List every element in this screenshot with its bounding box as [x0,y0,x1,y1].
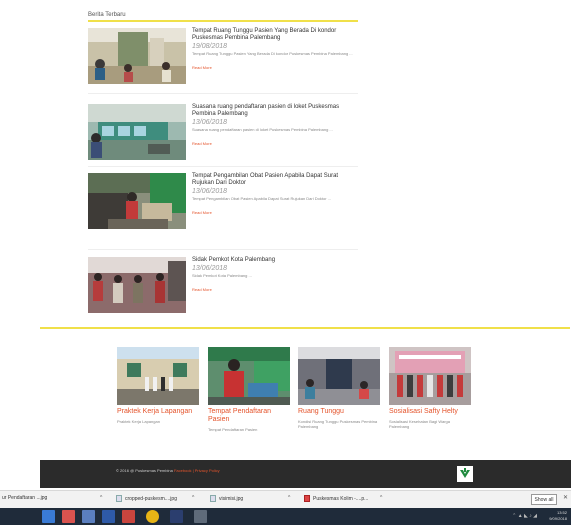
news-excerpt: Suasana ruang pendaftaran pasien di loke… [192,127,333,132]
read-more-link[interactable]: Read More [192,65,212,70]
gallery-image[interactable] [298,347,380,405]
start-windows-icon[interactable] [42,510,55,523]
download-item[interactable]: cropped-puskesm....jpg [116,495,177,502]
read-more-link[interactable]: Read More [192,141,212,146]
gallery-desc: Kondisi Ruang Tunggu Puskesmas Pembina P… [298,419,378,429]
gallery-card[interactable]: Sosialisasi Safty Helty Sosialisasi Kese… [389,347,471,429]
photoshop-icon[interactable] [170,510,183,523]
download-item[interactable]: ur Pendaftaran ...jpg [2,495,47,501]
word-icon[interactable] [102,510,115,523]
footer-links[interactable]: Facebook | Privacy Policy [174,468,220,473]
download-filename: cropped-puskesm....jpg [125,495,177,502]
news-item[interactable]: Suasana ruang pendaftaran pasien di loke… [88,104,358,164]
bakti-husada-logo-icon [457,466,473,482]
news-date: 13/06/2018 [192,119,228,126]
news-separator [88,249,358,250]
news-title[interactable]: Sidak Pemkot Kota Palembang [192,257,358,264]
chrome-icon[interactable] [146,510,159,523]
download-item[interactable]: visimisi.jpg [210,495,243,502]
news-thumbnail[interactable] [88,104,186,160]
gallery-card[interactable]: Tempat Pendaftaran Pasien Tempat Pendaft… [208,347,290,432]
news-date: 13/06/2018 [192,265,228,272]
pdf-file-icon [304,495,310,502]
file-icon [210,495,216,502]
news-info: Tempat Ruang Tunggu Pasien Yang Berada D… [192,28,358,74]
app-icon[interactable] [194,510,207,523]
gallery-card[interactable]: Ruang Tunggu Kondisi Ruang Tunggu Puskes… [298,347,380,429]
gallery-title[interactable]: Praktek Kerja Lapangan [117,408,199,416]
news-title[interactable]: Tempat Ruang Tunggu Pasien Yang Berada D… [192,28,358,42]
close-icon[interactable]: ✕ [563,494,568,501]
gallery-title[interactable]: Sosialisasi Safty Helty [389,408,471,416]
news-info: Suasana ruang pendaftaran pasien di loke… [192,104,358,150]
chevron-up-icon[interactable]: ^ [192,495,194,501]
news-info: Sidak Pemkot Kota Palembang 13/06/2018 S… [192,257,358,296]
news-item[interactable]: Sidak Pemkot Kota Palembang 13/06/2018 S… [88,257,358,317]
read-more-link[interactable]: Read More [192,287,212,292]
gallery-desc: Tempat Pendaftaran Pasien [208,427,258,432]
file-explorer-icon[interactable] [82,510,95,523]
news-excerpt: Tempat Ruang Tunggu Pasien Yang Berada D… [192,51,353,56]
news-thumbnail[interactable] [88,257,186,313]
gallery-title[interactable]: Tempat Pendaftaran Pasien [208,408,290,424]
gallery-image[interactable] [389,347,471,405]
news-item[interactable]: Tempat Pengambilan Obat Pasien Apabila D… [88,173,358,233]
clock-date: 9/09/2018 [549,516,567,521]
gallery-title[interactable]: Ruang Tunggu [298,408,380,416]
news-info: Tempat Pengambilan Obat Pasien Apabila D… [192,173,358,219]
footer-text: © 2016 @ Puskesmas Pembina Facebook | Pr… [116,468,220,473]
read-more-link[interactable]: Read More [192,210,212,215]
news-excerpt: Sidak Pemkot Kota Palembang ... [192,273,252,278]
download-filename: visimisi.jpg [219,495,244,502]
news-date: 13/06/2018 [192,188,228,195]
download-bar: ur Pendaftaran ...jpg ^ cropped-puskesm.… [0,490,571,508]
news-separator [88,93,358,94]
show-all-button[interactable]: Show all [531,494,557,505]
section-divider [40,327,570,329]
download-filename: Puskesmas Kolim -....p... [313,495,369,502]
news-title[interactable]: Suasana ruang pendaftaran pasien di loke… [192,104,358,118]
gallery-image[interactable] [117,347,199,405]
app-icon[interactable] [122,510,135,523]
gallery-card[interactable]: Praktek Kerja Lapangan Praktek Kerja Lap… [117,347,199,424]
footer-copyright: © 2016 @ Puskesmas Pembina [116,468,173,473]
news-heading: Berita Terbaru [88,12,358,22]
system-clock[interactable]: 13:52 9/09/2018 [549,510,567,522]
taskbar: ⌃ ▲ ◣ ♪ ◢ 13:52 9/09/2018 [0,508,571,525]
gallery-desc: Sosialisasi Kesehatan Bagi Warga Palemba… [389,419,450,429]
chevron-up-icon[interactable]: ^ [288,495,290,501]
gallery-desc: Praktek Kerja Lapangan [117,419,160,424]
news-separator [88,166,358,167]
news-date: 19/08/2018 [192,43,228,50]
news-thumbnail[interactable] [88,173,186,229]
app-icon[interactable] [62,510,75,523]
system-tray-icons[interactable]: ⌃ ▲ ◣ ♪ ◢ [512,513,537,519]
chevron-up-icon[interactable]: ^ [100,495,102,501]
news-thumbnail[interactable] [88,28,186,84]
download-filename: ur Pendaftaran ...jpg [2,495,48,501]
news-excerpt: Tempat Pengambilan Obat Pasien Apabila D… [192,196,331,201]
site-footer: © 2016 @ Puskesmas Pembina Facebook | Pr… [40,460,571,488]
file-icon [116,495,122,502]
news-title[interactable]: Tempat Pengambilan Obat Pasien Apabila D… [192,173,358,187]
download-item[interactable]: Puskesmas Kolim -....p... [304,495,368,502]
chevron-up-icon[interactable]: ^ [380,495,382,501]
page: Berita Terbaru Tempat Ruang Tunggu Pasie… [0,0,571,525]
gallery-image[interactable] [208,347,290,405]
news-item[interactable]: Tempat Ruang Tunggu Pasien Yang Berada D… [88,28,358,88]
